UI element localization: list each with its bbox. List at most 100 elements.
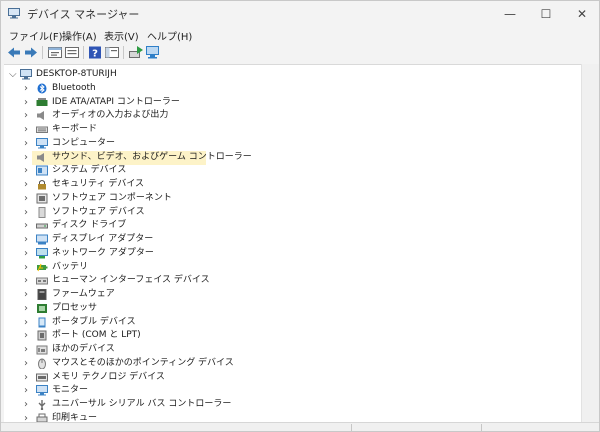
chevron-right-icon[interactable]: › [24,386,28,396]
tree-category-row[interactable]: › セキュリティ デバイス [4,178,581,191]
tree-category-row[interactable]: › モニター [4,384,581,397]
chevron-right-icon[interactable]: › [24,248,28,259]
chevron-right-icon[interactable]: › [24,83,28,94]
system-device-icon [36,165,48,176]
scan-hardware-icon[interactable] [145,45,161,60]
properties-icon[interactable] [47,45,63,60]
tree-category-label: ソフトウェア デバイス [52,206,145,217]
tree-category-label: モニター [52,385,89,396]
tree-category-label: キーボード [52,124,98,134]
tree-category-row[interactable]: › ソフトウェア コンポーネント [4,192,581,205]
usb-icon [38,400,46,410]
tree-category-row[interactable]: › Bluetooth [4,82,581,95]
chevron-right-icon[interactable]: › [24,180,28,190]
chevron-right-icon[interactable]: › [24,235,28,245]
device-tree[interactable]: ⌵ DESKTOP-8TURIJH › Bluetooth › IDE ATA/ATA… [4,64,581,423]
chevron-right-icon[interactable]: › [24,345,28,355]
close-button[interactable]: ✕ [565,1,599,27]
toolbar: ? [1,43,599,63]
chevron-right-icon[interactable]: › [24,262,28,273]
tree-category-row[interactable]: › オーディオの入力および出力 [4,109,581,122]
chevron-right-icon[interactable]: › [24,125,28,135]
tree-category-label: マウスとそのほかのポインティング デバイス [52,357,234,368]
tree-category-label: ポート (COM と LPT) [52,330,141,341]
help-icon[interactable]: ? [87,45,103,60]
tree-category-label: コンピューター [52,137,116,148]
tree-category-label: ほかのデバイス [52,344,115,354]
chevron-right-icon[interactable]: › [24,358,28,369]
tree-category-label: Bluetooth [52,82,96,93]
back-arrow-icon[interactable] [6,45,22,60]
tree-category-row[interactable]: › メモリ テクノロジ デバイス [4,371,581,384]
list-view-icon[interactable] [64,45,80,60]
minimize-button[interactable]: — [493,1,527,27]
menu-bar: ファイル(F) 操作(A) 表示(V) ヘルプ(H) [1,27,599,43]
mouse-icon [38,358,46,369]
chevron-right-icon[interactable]: › [24,290,28,300]
tree-category-row[interactable]: › ヒューマン インターフェイス デバイス [4,274,581,287]
software-device-icon [38,206,46,218]
tree-category-label: ユニバーサル シリアル バス コントローラー [52,399,232,409]
tree-category-row[interactable]: › プロセッサ [4,302,581,315]
tree-category-label: サウンド、ビデオ、およびゲーム コントローラー [52,151,252,162]
maximize-button[interactable]: ☐ [529,1,563,27]
memory-device-icon [36,373,48,381]
toolbar-separator [42,46,43,59]
tree-category-row[interactable]: › バッテリ [4,261,581,274]
tree-category-row[interactable]: › ポート (COM と LPT) [4,329,581,342]
tree-category-row[interactable]: › マウスとそのほかのポインティング デバイス [4,357,581,370]
status-segment-divider [351,424,352,431]
chevron-right-icon[interactable]: › [24,193,28,204]
chevron-right-icon[interactable]: › [24,317,28,328]
tree-category-row[interactable]: › IDE ATA/ATAPI コントローラー [4,96,581,109]
tree-category-label: ファームウェア [52,289,115,299]
tree-category-row[interactable]: › ポータブル デバイス [4,316,581,329]
computer-icon [20,69,32,80]
chevron-right-icon[interactable]: › [24,152,28,163]
tree-category-row[interactable]: › システム デバイス [4,164,581,177]
tree-category-label: システム デバイス [52,165,127,176]
status-bar [1,422,599,431]
tree-category-label: プロセッサ [52,302,98,313]
display-adapter-icon [36,234,48,245]
menu-view[interactable]: 表示(V) [104,28,139,43]
title-bar[interactable]: デバイス マネージャー — ☐ ✕ [1,1,599,27]
update-driver-icon[interactable] [128,45,144,60]
tree-category-row[interactable]: › ネットワーク アダプター [4,247,581,260]
tree-category-row[interactable]: › ディスプレイ アダプター [4,233,581,246]
toolbar-separator [123,46,124,59]
chevron-right-icon[interactable]: › [24,166,28,176]
tree-category-row[interactable]: › ファームウェア [4,288,581,301]
chevron-right-icon[interactable]: › [24,97,28,108]
chevron-down-icon[interactable]: ⌵ [9,70,17,80]
menu-help[interactable]: ヘルプ(H) [147,28,192,43]
tree-category-row[interactable]: › サウンド、ビデオ、およびゲーム コントローラー [4,150,581,165]
vertical-scrollbar[interactable] [581,64,599,422]
chevron-right-icon[interactable]: › [24,400,28,410]
chevron-right-icon[interactable]: › [24,276,28,286]
menu-file[interactable]: ファイル(F) [9,28,63,43]
forward-arrow-icon[interactable] [23,45,39,60]
security-device-icon [38,180,46,190]
firmware-icon [37,289,47,300]
tree-root-row[interactable]: ⌵ DESKTOP-8TURIJH [4,68,581,81]
speaker-icon [37,111,44,121]
portable-device-icon [38,317,46,327]
tree-category-row[interactable]: › ディスク ドライブ [4,219,581,232]
tree-category-row[interactable]: › キーボード [4,123,581,136]
chevron-right-icon[interactable]: › [24,221,28,231]
tree-category-row[interactable]: › ユニバーサル シリアル バス コントローラー [4,398,581,411]
chevron-right-icon[interactable]: › [24,111,28,121]
chevron-right-icon[interactable]: › [24,303,28,314]
network-adapter-icon [36,247,48,259]
console-icon[interactable] [104,45,120,60]
chevron-right-icon[interactable]: › [24,138,28,149]
tree-category-row[interactable]: › ソフトウェア デバイス [4,206,581,219]
menu-action[interactable]: 操作(A) [62,28,97,43]
tree-category-row[interactable]: › ほかのデバイス [4,343,581,356]
tree-category-row[interactable]: › コンピューター [4,137,581,150]
chevron-right-icon[interactable]: › [24,207,28,218]
hid-icon [36,277,48,285]
chevron-right-icon[interactable]: › [24,331,28,341]
chevron-right-icon[interactable]: › [24,372,28,383]
